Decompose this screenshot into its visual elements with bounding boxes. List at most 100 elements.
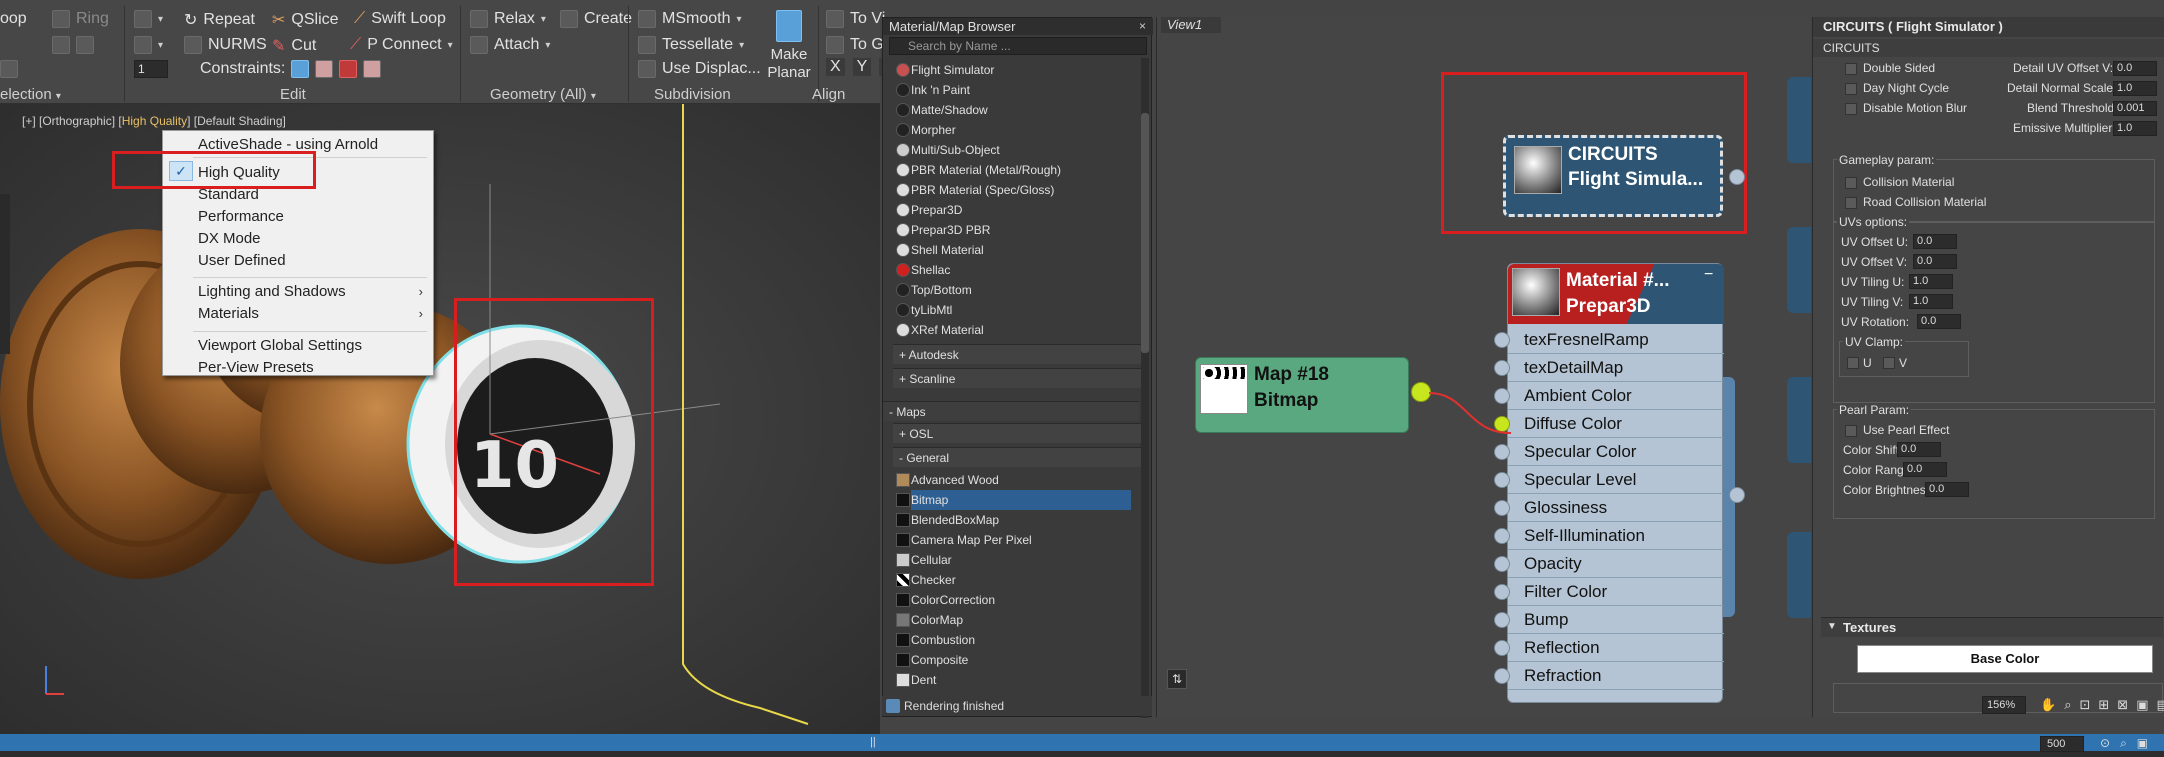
base-color-button[interactable]: Base Color bbox=[1857, 645, 2153, 673]
list-item[interactable]: Cellular bbox=[896, 550, 1131, 570]
blend-threshold-field[interactable]: 0.001 bbox=[2113, 101, 2157, 116]
collapse-icon[interactable]: − bbox=[1704, 266, 1713, 284]
zoom-dropdown[interactable]: 156% bbox=[1982, 696, 2026, 714]
menu-item-user-defined[interactable]: User Defined bbox=[198, 252, 286, 269]
zoom-time-icon[interactable]: ⌕ bbox=[2120, 736, 2127, 751]
constraint-face-icon[interactable] bbox=[339, 60, 358, 78]
list-item[interactable]: Advanced Wood bbox=[896, 470, 1131, 490]
slot-specular-level[interactable]: Specular Level bbox=[1494, 466, 1724, 494]
list-item[interactable]: Composite bbox=[896, 650, 1131, 670]
list-item[interactable]: Prepar3D PBR bbox=[896, 220, 1131, 240]
uv-clamp-u-checkbox[interactable] bbox=[1847, 357, 1859, 369]
slot-ambient-color[interactable]: Ambient Color bbox=[1494, 382, 1724, 410]
max-view-icon[interactable]: ▣ bbox=[2137, 736, 2148, 751]
list-item[interactable]: Shell Material bbox=[896, 240, 1131, 260]
constraint-none-icon[interactable] bbox=[291, 60, 310, 78]
grow-shrink-buttons[interactable] bbox=[52, 36, 94, 54]
textures-rollout[interactable]: ▼ Textures bbox=[1821, 617, 2163, 637]
viewport-label-quality[interactable]: High Quality bbox=[122, 114, 187, 128]
repeat-button[interactable]: ↻ Repeat bbox=[184, 10, 255, 30]
menu-item-lighting-shadows[interactable]: Lighting and Shadows bbox=[198, 283, 346, 300]
menu-item-performance[interactable]: Performance bbox=[198, 208, 284, 225]
list-item[interactable]: Morpher bbox=[896, 120, 1131, 140]
list-item[interactable]: Matte/Shadow bbox=[896, 100, 1131, 120]
input-socket[interactable] bbox=[1494, 528, 1510, 544]
list-item[interactable]: XRef Material bbox=[896, 320, 1131, 340]
to-grid-button[interactable]: To Gr bbox=[826, 36, 889, 54]
list-item[interactable]: PBR Material (Metal/Rough) bbox=[896, 160, 1131, 180]
uv-rotation-field[interactable]: 0.0 bbox=[1917, 314, 1961, 329]
node-circuits[interactable]: CIRCUITS Flight Simula... bbox=[1503, 135, 1723, 217]
slot-reflection[interactable]: Reflection bbox=[1494, 634, 1724, 662]
group-osl[interactable]: + OSL bbox=[893, 423, 1143, 443]
list-item[interactable]: Multi/Sub-Object bbox=[896, 140, 1131, 160]
tessellate-button[interactable]: Tessellate ▾ bbox=[638, 36, 744, 54]
menu-item-per-view-presets[interactable]: Per-View Presets bbox=[198, 359, 314, 376]
pconnect-button[interactable]: ⟋ P Connect ▾ bbox=[350, 36, 453, 54]
slot-glossiness[interactable]: Glossiness bbox=[1494, 494, 1724, 522]
offscreen-node[interactable] bbox=[1787, 77, 1811, 163]
group-scanline[interactable]: + Scanline bbox=[893, 368, 1143, 388]
list-item[interactable]: Camera Map Per Pixel bbox=[896, 530, 1131, 550]
input-socket[interactable] bbox=[1494, 668, 1510, 684]
list-item[interactable]: PBR Material (Spec/Gloss) bbox=[896, 180, 1131, 200]
zoom-selected-icon[interactable]: ⊠ bbox=[2117, 697, 2128, 713]
group-autodesk[interactable]: + Autodesk bbox=[893, 344, 1143, 364]
offscreen-node[interactable] bbox=[1787, 227, 1811, 313]
tab-view1[interactable]: View1 bbox=[1161, 17, 1221, 33]
msmooth-button[interactable]: MSmooth ▾ bbox=[638, 10, 742, 28]
uv-tiling-u-field[interactable]: 1.0 bbox=[1909, 274, 1953, 289]
attach-button[interactable]: Attach ▾ bbox=[470, 36, 550, 54]
list-item[interactable]: Top/Bottom bbox=[896, 280, 1131, 300]
node-map-bitmap[interactable]: Map #18 Bitmap bbox=[1195, 357, 1409, 433]
list-item[interactable]: Flight Simulator bbox=[896, 60, 1131, 80]
uv-offset-v-field[interactable]: 0.0 bbox=[1913, 254, 1957, 269]
offscreen-node[interactable] bbox=[1787, 532, 1811, 618]
road-collision-checkbox[interactable] bbox=[1845, 197, 1857, 209]
selection-mode-dropdown[interactable]: ▾ bbox=[134, 10, 163, 28]
list-item[interactable]: Dent bbox=[896, 670, 1131, 690]
input-socket[interactable] bbox=[1494, 556, 1510, 572]
uv-offset-u-field[interactable]: 0.0 bbox=[1913, 234, 1957, 249]
detail-uv-offset-v-field[interactable]: 0.0 bbox=[2113, 61, 2157, 76]
qslice-button[interactable]: ✂ QSlice bbox=[272, 10, 339, 30]
menu-item-materials[interactable]: Materials bbox=[198, 305, 259, 322]
swift-loop-button[interactable]: ⟋ Swift Loop bbox=[354, 10, 446, 28]
input-socket[interactable] bbox=[1494, 640, 1510, 656]
use-displace-button[interactable]: Use Displac... bbox=[638, 60, 761, 78]
menu-item-global-settings[interactable]: Viewport Global Settings bbox=[198, 337, 362, 354]
input-socket[interactable] bbox=[1494, 500, 1510, 516]
slot-diffuse-color[interactable]: Diffuse Color bbox=[1494, 410, 1724, 438]
constraint-edge-icon[interactable] bbox=[315, 60, 334, 78]
constraint-normal-icon[interactable] bbox=[363, 60, 382, 78]
zoom-icon[interactable]: ⌕ bbox=[2064, 697, 2071, 713]
list-item[interactable]: ColorMap bbox=[896, 610, 1131, 630]
slot-texdetailmap[interactable]: texDetailMap bbox=[1494, 354, 1724, 382]
list-item[interactable]: Shellac bbox=[896, 260, 1131, 280]
to-view-button[interactable]: To Vi bbox=[826, 10, 885, 28]
slot-refraction[interactable]: Refraction bbox=[1494, 662, 1724, 690]
input-socket[interactable] bbox=[1494, 612, 1510, 628]
slot-texfresnelramp[interactable]: texFresnelRamp bbox=[1494, 326, 1724, 354]
search-input[interactable]: Search by Name ... bbox=[889, 37, 1147, 55]
input-socket[interactable] bbox=[1494, 360, 1510, 376]
slot-self-illumination[interactable]: Self-Illumination bbox=[1494, 522, 1724, 550]
time-config-icon[interactable]: ⊙ bbox=[2100, 736, 2110, 751]
node-output-socket[interactable] bbox=[1729, 487, 1745, 503]
list-item[interactable]: BlendedBoxMap bbox=[896, 510, 1131, 530]
create-button[interactable]: Create bbox=[560, 10, 632, 28]
nurms-button[interactable]: NURMS bbox=[184, 36, 267, 54]
day-night-checkbox[interactable] bbox=[1845, 83, 1857, 95]
ring-button[interactable]: Ring bbox=[52, 10, 109, 28]
loop-extra-button[interactable] bbox=[0, 60, 18, 78]
uv-tiling-v-field[interactable]: 1.0 bbox=[1909, 294, 1953, 309]
list-item[interactable]: tyLibMtl bbox=[896, 300, 1131, 320]
use-pearl-checkbox[interactable] bbox=[1845, 425, 1857, 437]
align-x-button[interactable]: X bbox=[826, 58, 845, 76]
list-item[interactable]: Checker bbox=[896, 570, 1131, 590]
input-socket[interactable] bbox=[1494, 472, 1510, 488]
hide-icon[interactable]: ▤ bbox=[2156, 697, 2164, 713]
collision-material-checkbox[interactable] bbox=[1845, 177, 1857, 189]
panel-caption-geometry[interactable]: Geometry (All) ▾ bbox=[490, 86, 596, 103]
time-slider-thumb[interactable]: || bbox=[870, 736, 876, 748]
